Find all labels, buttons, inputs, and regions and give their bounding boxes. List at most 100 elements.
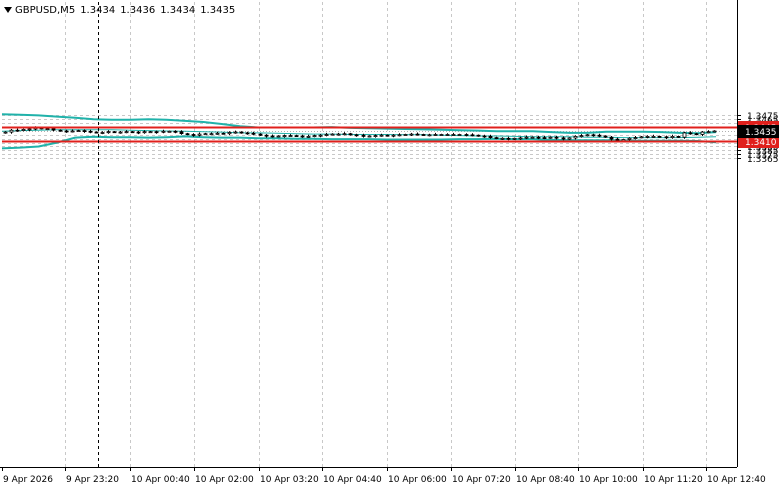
candle-body[interactable] — [100, 132, 105, 134]
candle-body[interactable] — [324, 134, 329, 136]
candle-body[interactable] — [615, 138, 620, 142]
candle-body[interactable] — [694, 133, 699, 136]
candle-body[interactable] — [548, 136, 553, 139]
candle-body[interactable] — [712, 130, 717, 133]
candle-body[interactable] — [445, 134, 450, 136]
candle-body[interactable] — [191, 134, 196, 136]
candle-body[interactable] — [173, 130, 178, 133]
candle-body[interactable] — [554, 136, 559, 139]
candle-body[interactable] — [561, 137, 566, 140]
candle-body[interactable] — [185, 133, 190, 136]
candle-body[interactable] — [415, 133, 420, 136]
candle-body[interactable] — [276, 135, 281, 138]
candle-body[interactable] — [664, 136, 669, 139]
candle-body[interactable] — [427, 134, 432, 137]
candle-body[interactable] — [233, 131, 238, 134]
candle-body[interactable] — [676, 135, 681, 138]
candle-body[interactable] — [609, 136, 614, 140]
candle-body[interactable] — [421, 134, 426, 136]
candle-body[interactable] — [9, 129, 14, 133]
candle-body[interactable] — [645, 135, 650, 138]
candle-body[interactable] — [579, 135, 584, 138]
candle-body[interactable] — [488, 135, 493, 138]
candle-body[interactable] — [476, 134, 481, 137]
candle-body[interactable] — [64, 130, 69, 133]
candle-body[interactable] — [3, 131, 8, 134]
candle-body[interactable] — [203, 133, 208, 136]
candle-body[interactable] — [288, 135, 293, 138]
candle-body[interactable] — [227, 132, 232, 135]
candle-body[interactable] — [342, 133, 347, 136]
candle-body[interactable] — [330, 133, 335, 136]
candle-body[interactable] — [118, 131, 123, 134]
candle-body[interactable] — [585, 134, 590, 137]
candle-body[interactable] — [361, 134, 366, 137]
candle-body[interactable] — [385, 134, 390, 137]
candle-body[interactable] — [439, 134, 444, 136]
candle-body[interactable] — [106, 131, 111, 134]
candle-body[interactable] — [15, 129, 20, 132]
candle-body[interactable] — [148, 131, 153, 134]
candle-body[interactable] — [76, 130, 81, 133]
candle-body[interactable] — [142, 131, 147, 134]
candle-body[interactable] — [670, 135, 675, 138]
candle-body[interactable] — [197, 133, 202, 136]
candle-body[interactable] — [312, 135, 317, 138]
candle-body[interactable] — [700, 131, 705, 135]
candle-body[interactable] — [354, 134, 359, 137]
candle-body[interactable] — [348, 133, 353, 136]
candle-body[interactable] — [258, 133, 263, 136]
candle-body[interactable] — [239, 131, 244, 134]
candle-body[interactable] — [70, 130, 75, 133]
candle-body[interactable] — [706, 131, 711, 134]
candle-body[interactable] — [651, 135, 656, 138]
candle-body[interactable] — [82, 130, 87, 133]
candle-body[interactable] — [58, 129, 63, 132]
candle-body[interactable] — [88, 130, 93, 133]
candle-body[interactable] — [336, 133, 341, 136]
candle-body[interactable] — [542, 137, 547, 140]
candle-body[interactable] — [179, 131, 184, 134]
candle-body[interactable] — [591, 134, 596, 137]
candle-body[interactable] — [530, 136, 535, 139]
candle-body[interactable] — [657, 135, 662, 138]
candle-body[interactable] — [124, 131, 129, 134]
candle-body[interactable] — [470, 134, 475, 137]
candle-body[interactable] — [500, 137, 505, 140]
candle-body[interactable] — [221, 132, 226, 135]
candle-body[interactable] — [45, 128, 50, 131]
candle-body[interactable] — [633, 137, 638, 140]
candle-body[interactable] — [112, 131, 117, 134]
candle-body[interactable] — [245, 132, 250, 135]
candle-body[interactable] — [294, 135, 299, 138]
candle-body[interactable] — [391, 134, 396, 137]
candle-body[interactable] — [215, 132, 220, 135]
candle-body[interactable] — [264, 134, 269, 137]
candle-body[interactable] — [457, 134, 462, 136]
candle-body[interactable] — [209, 133, 214, 136]
candle-body[interactable] — [282, 135, 287, 138]
candle-body[interactable] — [627, 137, 632, 140]
candle-body[interactable] — [682, 132, 687, 138]
candle-body[interactable] — [300, 135, 305, 138]
candle-body[interactable] — [518, 137, 523, 140]
candle-body[interactable] — [154, 131, 159, 134]
candle-body[interactable] — [524, 136, 529, 139]
candle-body[interactable] — [409, 133, 414, 136]
candle-body[interactable] — [318, 134, 323, 137]
candle-body[interactable] — [494, 137, 499, 140]
candle-body[interactable] — [94, 131, 99, 134]
candle-body[interactable] — [161, 130, 166, 133]
candle-body[interactable] — [51, 128, 56, 131]
candle-body[interactable] — [506, 137, 511, 140]
triangle-down-icon[interactable] — [4, 7, 12, 13]
candle-body[interactable] — [397, 134, 402, 137]
candle-body[interactable] — [451, 134, 456, 136]
candle-body[interactable] — [403, 134, 408, 136]
candle-body[interactable] — [367, 135, 372, 138]
candle-body[interactable] — [512, 137, 517, 140]
candle-body[interactable] — [21, 128, 26, 131]
candle-body[interactable] — [251, 132, 256, 135]
candle-body[interactable] — [167, 130, 172, 133]
chart-window[interactable]: GBPUSD,M5 1.3434 1.3436 1.3434 1.3435 9 … — [0, 0, 781, 489]
